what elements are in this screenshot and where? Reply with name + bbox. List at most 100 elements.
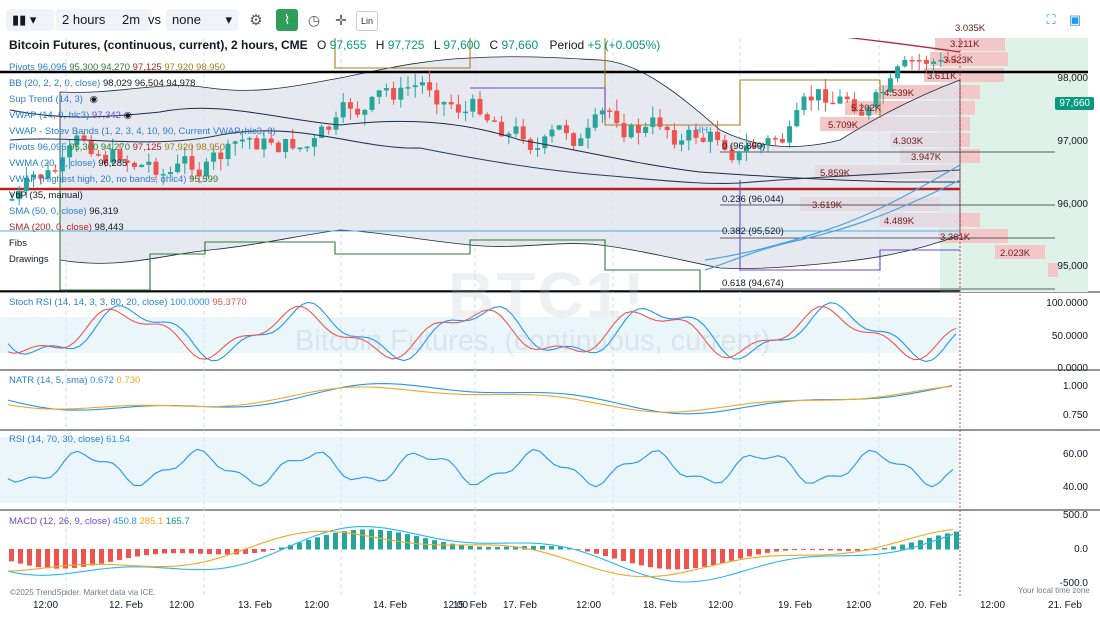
price-tick: 98,000 <box>1057 73 1088 84</box>
macd-bar <box>666 549 671 570</box>
candle-body <box>585 127 591 139</box>
fullscreen-button[interactable]: ⛶ <box>1040 9 1062 31</box>
candle-body <box>520 126 526 140</box>
candle-body <box>815 89 821 101</box>
clock-button[interactable]: ◷ <box>303 9 325 31</box>
indicator-legend-item[interactable]: VbP (35, manual) <box>9 188 276 204</box>
time-tick: 12. Feb <box>109 600 143 611</box>
candle-body <box>290 138 296 149</box>
natr-tick: 1.000 <box>1062 381 1088 392</box>
compare-select[interactable]: none ▾ <box>166 9 238 31</box>
indicator-legend-item[interactable]: VWAP (Highest high, 20, no bands, ohlc4)… <box>9 172 276 188</box>
symbol-title[interactable]: Bitcoin Futures, (continuous, current), … <box>9 38 308 52</box>
macd-bar <box>765 549 770 553</box>
range-select[interactable]: 2m <box>116 9 152 31</box>
candle-body <box>391 88 397 100</box>
copyright: ©2025 TrendSpider. Market data via ICE. <box>10 588 156 597</box>
indicator-legend-item[interactable]: VWAP - Stoev Bands (1, 2, 3, 4, 10, 90, … <box>9 124 276 140</box>
macd-bar <box>27 549 32 566</box>
rsi-legend[interactable]: RSI (14, 70, 30, close) 61.54 <box>9 434 130 445</box>
stoch-legend[interactable]: Stoch RSI (14, 14, 3, 3, 80, 20, close) … <box>9 297 247 308</box>
indicator-legend-item[interactable]: VWAP (14, 0, hlc3) 97,342 ◉ <box>9 108 276 124</box>
candle-body <box>448 102 454 105</box>
vp-label: 3.523K <box>943 55 974 66</box>
macd-bar <box>153 549 158 555</box>
indicator-legend-item[interactable]: Sup Trend (14, 3) ◉ <box>9 92 276 108</box>
macd-bar <box>585 549 590 552</box>
interval-select[interactable]: 2 hours <box>56 9 120 31</box>
candle-body <box>297 147 303 150</box>
candle-body <box>419 82 425 86</box>
settings-button[interactable]: ⚙ <box>245 9 267 31</box>
macd-bar <box>144 549 149 556</box>
time-tick: 19. Feb <box>778 600 812 611</box>
macd-bar <box>801 549 806 550</box>
candle-body <box>902 60 908 67</box>
macd-bar <box>171 549 176 554</box>
macd-bar <box>549 546 554 550</box>
crosshair-button[interactable]: ✛ <box>330 9 352 31</box>
macd-bar <box>711 549 716 565</box>
indicator-legend-item[interactable]: SMA (50, 0, close) 96,319 <box>9 204 276 220</box>
macd-bar <box>306 539 311 550</box>
eye-icon[interactable]: ◉ <box>124 110 132 121</box>
price-tick: 96,000 <box>1057 199 1088 210</box>
indicator-legend-item[interactable]: Drawings <box>9 252 276 268</box>
macd-bar <box>459 545 464 550</box>
macd-bar <box>405 534 410 550</box>
macd-bar <box>693 549 698 569</box>
macd-tick: 500.0 <box>1062 510 1088 521</box>
vp-label: 4.303K <box>893 136 924 147</box>
candle-body <box>434 90 440 105</box>
macd-bar <box>126 549 131 559</box>
candle-body <box>470 98 476 112</box>
candle-body <box>779 138 785 143</box>
macd-bar <box>657 549 662 569</box>
candle-body <box>362 109 368 115</box>
candle-body <box>700 137 706 142</box>
candle-body <box>707 131 713 142</box>
macd-bar <box>261 549 266 552</box>
snapshot-button[interactable]: ▣ <box>1064 9 1086 31</box>
rsi-tick: 60.00 <box>1062 449 1088 460</box>
indicator-legend-item[interactable]: VWMA (20, 0, close) 96,285 <box>9 156 276 172</box>
macd-bar <box>441 542 446 550</box>
candle-body <box>527 139 533 150</box>
timezone-label[interactable]: Your local time zone <box>1018 586 1090 595</box>
candle-body <box>650 117 656 127</box>
lin-button[interactable]: Lin <box>356 11 378 31</box>
macd-bar <box>837 549 842 551</box>
indicator-legend-item[interactable]: SMA (200, 0, close) 98,443 <box>9 220 276 236</box>
indicator-legend-item[interactable]: BB (20, 2, 2, 0, close) 98,029 96,504 94… <box>9 76 276 92</box>
macd-legend[interactable]: MACD (12, 26, 9, close) 450.8 285.1 165.… <box>9 516 190 527</box>
fib-label: 0.618 (94,674) <box>722 278 784 289</box>
candle-body <box>427 82 433 91</box>
time-tick: 12:00 <box>169 600 195 611</box>
vp-label: 3.035K <box>955 23 986 34</box>
natr-signal-line <box>7 385 953 413</box>
indicator-legend-item[interactable]: Fibs <box>9 236 276 252</box>
time-tick: 17. Feb <box>503 600 537 611</box>
natr-legend[interactable]: NATR (14, 5, sma) 0.672 0.730 <box>9 375 140 386</box>
candles-icon: ▮▮ ▾ <box>12 12 37 27</box>
macd-bar <box>198 549 203 554</box>
watermark-ticker: BTC1! <box>448 259 647 331</box>
chart-type-button[interactable]: ▮▮ ▾ <box>6 9 54 31</box>
macd-bar <box>810 549 815 550</box>
macd-bar <box>504 546 509 550</box>
indicator-legend-item[interactable]: Pivots 96,095 95,300 94,270 97,125 97,92… <box>9 60 276 76</box>
macd-bar <box>207 549 212 555</box>
macd-bar <box>225 549 230 555</box>
gear-icon: ⚙ <box>249 12 263 29</box>
candle-body <box>772 138 778 140</box>
macd-bar <box>414 536 419 550</box>
candle-body <box>765 138 771 146</box>
macd-bar <box>324 534 329 550</box>
candle-body <box>405 87 411 89</box>
indicator-legend-item[interactable]: Pivots 96,095 95,300 94,270 97,125 97,92… <box>9 140 276 156</box>
candle-body <box>628 125 634 138</box>
macd-bar <box>90 549 95 566</box>
candle-body <box>916 60 922 62</box>
indicators-button[interactable]: ⌇ <box>276 9 298 31</box>
eye-icon[interactable]: ◉ <box>90 94 98 105</box>
